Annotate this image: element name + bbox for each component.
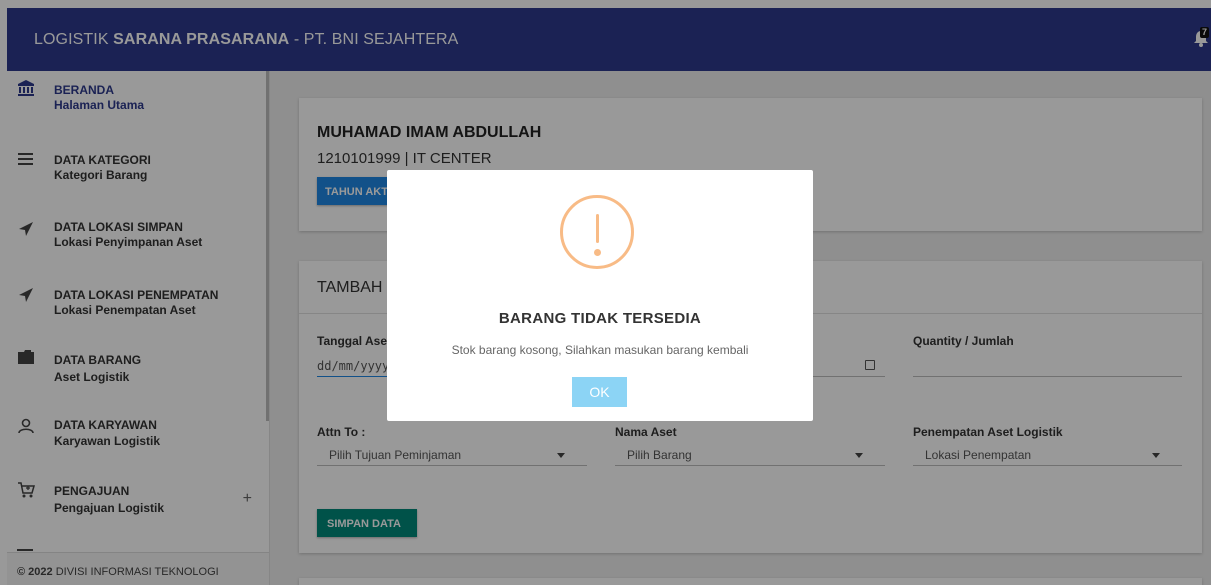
ok-button[interactable]: OK [572,377,627,407]
warning-dot [594,249,601,256]
dialog-message: Stok barang kosong, Silahkan masukan bar… [451,343,749,357]
dialog-title: BARANG TIDAK TERSEDIA [498,310,702,327]
alert-dialog: BARANG TIDAK TERSEDIA Stok barang kosong… [387,170,813,421]
warning-bar [596,214,599,243]
warning-icon [560,195,634,269]
